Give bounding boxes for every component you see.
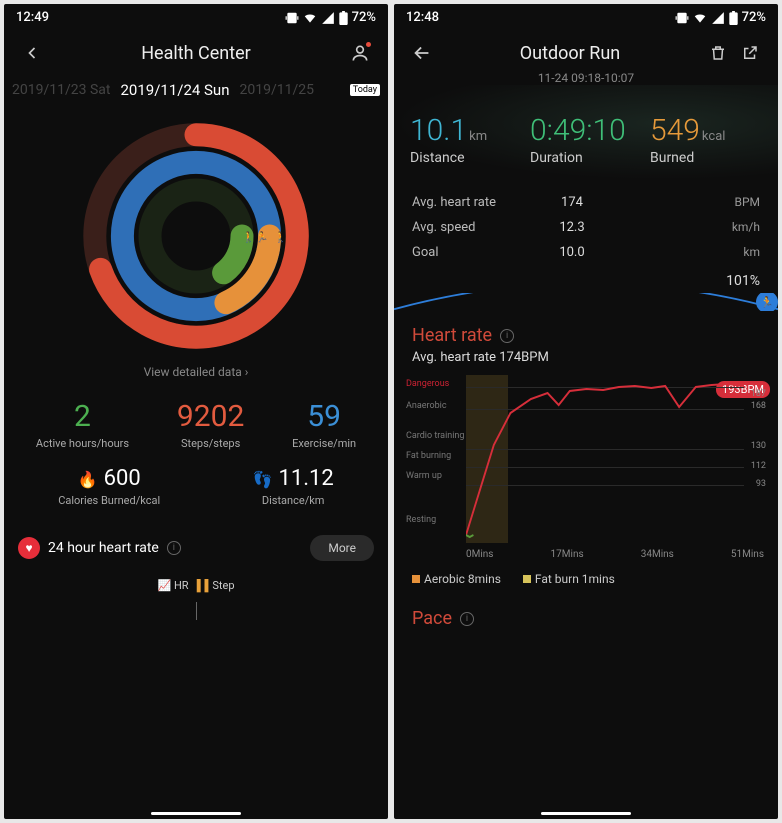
more-button[interactable]: More — [310, 535, 374, 561]
phone-outdoor-run: 12:48 72% Outdoor Run 11-24 09:18-10:07 … — [394, 4, 778, 819]
svg-text:🚶: 🚶 — [242, 231, 255, 244]
legend-fatburn: Fat burn 1mins — [523, 572, 615, 586]
heart-icon: ♥ — [18, 537, 40, 559]
flame-icon: 🔥 — [78, 470, 98, 489]
runner-badge-icon: 🏃 — [756, 293, 778, 311]
vibrate-icon — [285, 11, 299, 25]
primary-metrics: 2 Active hours/hours 9202 Steps/steps 59… — [4, 395, 388, 466]
footsteps-icon: 👣 — [253, 470, 273, 489]
back-icon[interactable] — [20, 41, 44, 65]
status-battery: 72% — [352, 10, 376, 25]
signal-icon — [711, 11, 725, 25]
svg-text:🏃: 🏃 — [256, 231, 269, 244]
goal-percent: 101% — [394, 273, 778, 293]
battery-icon — [339, 11, 348, 25]
battery-icon — [729, 11, 738, 25]
page-title: Outdoor Run — [434, 43, 706, 64]
status-time: 12:48 — [406, 10, 439, 25]
chart-tick — [196, 602, 197, 620]
chart-tabs[interactable]: 📈 HR ▌▌Step — [4, 571, 388, 596]
metric-steps[interactable]: 9202 Steps/steps — [177, 399, 244, 450]
activity-rings[interactable]: 🚶 🏃 🚶 — [4, 105, 388, 359]
status-time: 12:49 — [16, 10, 49, 25]
metric-active-hours[interactable]: 2 Active hours/hours — [36, 399, 129, 450]
hr-tab[interactable]: 📈 HR — [158, 579, 189, 592]
avg-speed: Avg. speed 12.3 km/h — [412, 215, 760, 240]
wifi-icon — [693, 11, 707, 25]
phone-health-center: 12:49 72% Health Center 2019/11/23 Sat 2… — [4, 4, 388, 819]
view-detailed-link[interactable]: View detailed data › — [4, 359, 388, 395]
stat-distance: 10.1km Distance — [410, 113, 522, 166]
metric-exercise[interactable]: 59 Exercise/min — [292, 399, 356, 450]
signal-icon — [321, 11, 335, 25]
status-bar: 12:49 72% — [4, 4, 388, 31]
home-indicator[interactable] — [151, 812, 241, 815]
today-button[interactable]: Today — [350, 84, 380, 96]
secondary-metrics: 🔥600 Calories Burned/kcal 👣11.12 Distanc… — [4, 466, 388, 525]
legend-aerobic: Aerobic 8mins — [412, 572, 501, 586]
avg-heart-rate: Avg. heart rate 174 BPM — [412, 190, 760, 215]
profile-icon[interactable] — [348, 41, 372, 65]
metric-calories[interactable]: 🔥600 Calories Burned/kcal — [58, 466, 160, 507]
page-title: Health Center — [44, 43, 348, 64]
mini-chart[interactable] — [18, 596, 374, 626]
run-primary-stats: 10.1km Distance 0:49:10 Duration 549kcal… — [394, 85, 778, 180]
status-battery: 72% — [742, 10, 766, 25]
stat-burned: 549kcal Burned — [650, 113, 762, 166]
date-active[interactable]: 2019/11/24 Sun — [120, 81, 229, 99]
date-selector[interactable]: 2019/11/23 Sat 2019/11/24 Sun 2019/11/25… — [4, 75, 388, 105]
pace-header: Pace i — [394, 592, 778, 633]
stat-duration: 0:49:10 Duration — [530, 113, 642, 166]
back-icon[interactable] — [410, 41, 434, 65]
home-indicator[interactable] — [541, 812, 631, 815]
goal: Goal 10.0 km — [412, 240, 760, 265]
progress-arc: 🏃 — [394, 293, 778, 311]
delete-icon[interactable] — [706, 41, 730, 65]
hr-24h-section: ♥ 24 hour heart rate i More — [4, 525, 388, 571]
svg-text:🚶: 🚶 — [274, 231, 287, 244]
info-icon[interactable]: i — [167, 541, 181, 555]
chevron-right-icon: › — [245, 365, 249, 379]
share-icon[interactable] — [738, 41, 762, 65]
info-icon[interactable]: i — [500, 329, 514, 343]
heart-rate-chart[interactable]: 193BPM Dangerous187 Anaerobic168 Cardio … — [406, 375, 766, 545]
app-bar: Outdoor Run — [394, 31, 778, 75]
date-prev[interactable]: 2019/11/23 Sat — [12, 82, 110, 98]
step-tab[interactable]: ▌▌Step — [197, 579, 235, 592]
notification-dot — [366, 42, 371, 47]
hr-chart-xaxis: 0Mins17Mins 34Mins51Mins — [394, 545, 778, 566]
hr-chart-header: Heart rate i — [394, 311, 778, 348]
status-bar: 12:48 72% — [394, 4, 778, 31]
run-averages: Avg. heart rate 174 BPM Avg. speed 12.3 … — [394, 180, 778, 273]
info-icon[interactable]: i — [460, 612, 474, 626]
date-next[interactable]: 2019/11/25 — [239, 82, 314, 98]
hr-chart-subtitle: Avg. heart rate 174BPM — [394, 348, 778, 375]
hr-legend: Aerobic 8mins Fat burn 1mins — [394, 566, 778, 592]
metric-distance[interactable]: 👣11.12 Distance/km — [253, 466, 334, 507]
hr-24h-label: 24 hour heart rate — [48, 540, 159, 556]
app-bar: Health Center — [4, 31, 388, 75]
wifi-icon — [303, 11, 317, 25]
vibrate-icon — [675, 11, 689, 25]
